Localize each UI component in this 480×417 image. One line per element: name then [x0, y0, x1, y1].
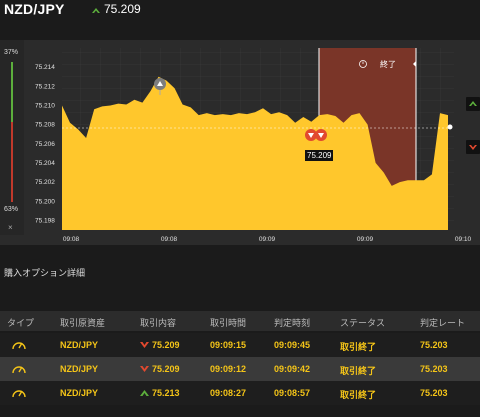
asset: NZD/JPY [60, 364, 99, 374]
header: NZD/JPY 75.209 [0, 0, 480, 26]
y-tick-label: 75.210 [35, 102, 55, 109]
col-status: ステータス [340, 318, 386, 328]
trade-time: 09:09:12 [210, 364, 247, 374]
high-button[interactable] [466, 97, 480, 111]
col-judge-rate: 判定レート [420, 318, 466, 328]
judge-rate: 75.203 [420, 364, 448, 374]
current-point [447, 124, 453, 130]
up-arrow-icon [469, 101, 477, 106]
col-time: 取引時間 [210, 318, 247, 328]
end-label: 終了 [380, 60, 396, 69]
current-rate: 75.209 [104, 2, 141, 16]
section-title: 購入オプション詳細 [4, 268, 86, 278]
judge-time: 09:08:57 [274, 388, 311, 398]
y-tick-label: 75.202 [35, 179, 55, 186]
y-tick-label: 75.212 [35, 83, 55, 90]
currency-pair-title: NZD/JPY [4, 1, 65, 17]
col-asset: 取引原資産 [60, 318, 106, 328]
chart-panel: 37% 63% × 75.214 75.212 75.210 75.208 75… [0, 40, 480, 245]
x-tick-label: 09:09 [357, 236, 374, 243]
table-row[interactable]: NZD/JPY 75.209 09:09:15 09:09:45 取引終了 75… [0, 333, 480, 357]
asset: NZD/JPY [60, 388, 99, 398]
rate-tag: 75.209 [305, 150, 334, 161]
status: 取引終了 [340, 390, 377, 400]
asset: NZD/JPY [60, 340, 99, 350]
x-tick-label: 09:08 [161, 236, 178, 243]
trade-rate: 75.209 [152, 340, 180, 350]
y-tick-label: 75.198 [35, 217, 55, 224]
judge-time: 09:09:45 [274, 340, 311, 350]
low-button[interactable] [466, 140, 480, 154]
x-tick-label: 09:10 [455, 236, 472, 243]
y-tick-label: 75.214 [35, 64, 55, 71]
up-arrow-icon [92, 8, 100, 13]
status: 取引終了 [340, 342, 377, 352]
status: 取引終了 [340, 366, 377, 376]
table-row[interactable]: NZD/JPY 75.213 09:08:27 09:08:57 取引終了 75… [0, 381, 480, 405]
col-content: 取引内容 [140, 318, 177, 328]
trade-time: 09:08:27 [210, 388, 247, 398]
y-tick-label: 75.206 [35, 141, 55, 148]
y-tick-label: 75.204 [35, 160, 55, 167]
gauge-icon [12, 342, 26, 350]
x-tick-label: 09:08 [63, 236, 80, 243]
trade-rate: 75.213 [152, 388, 180, 398]
judge-rate: 75.203 [420, 340, 448, 350]
col-type: タイプ [7, 318, 35, 328]
trade-rate: 75.209 [152, 364, 180, 374]
table-row[interactable]: NZD/JPY 75.209 09:09:12 09:09:42 取引終了 75… [0, 357, 480, 381]
down-arrow-icon [469, 145, 477, 150]
trade-time: 09:09:15 [210, 340, 247, 350]
gauge-icon [12, 366, 26, 374]
y-tick-label: 75.200 [35, 198, 55, 205]
judge-time: 09:09:42 [274, 364, 311, 374]
table-header: タイプ 取引原資産 取引内容 取引時間 判定時刻 ステータス 判定レート [0, 311, 480, 331]
y-tick-label: 75.208 [35, 122, 55, 129]
judge-rate: 75.203 [420, 388, 448, 398]
x-tick-label: 09:09 [259, 236, 276, 243]
col-judge-time: 判定時刻 [274, 318, 311, 328]
price-chart: 75.214 75.212 75.210 75.208 75.206 75.204 75.2… [35, 48, 472, 243]
gauge-icon [12, 390, 26, 398]
